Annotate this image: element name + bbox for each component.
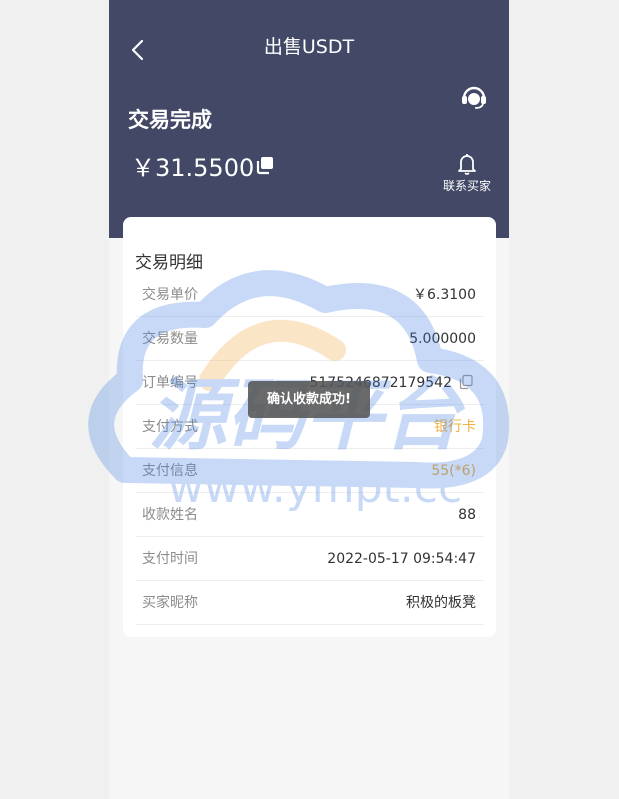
toast-message: 确认收款成功! (248, 381, 370, 418)
detail-row-payee-name: 收款姓名 88 (136, 493, 484, 537)
detail-value: 积极的板凳 (406, 595, 476, 611)
detail-label: 交易单价 (142, 287, 198, 303)
details-title: 交易明细 (135, 253, 203, 273)
detail-value: ￥6.3100 (413, 287, 476, 303)
copy-icon[interactable] (255, 155, 275, 175)
order-header: 出售USDT 交易完成 ￥31.5500 联系买家 (109, 0, 509, 238)
order-status: 交易完成 (128, 108, 212, 132)
contact-buyer-button[interactable]: 联系买家 (437, 152, 497, 194)
customer-service-icon[interactable] (460, 82, 488, 110)
detail-label: 支付信息 (142, 463, 198, 479)
copy-icon[interactable] (458, 374, 474, 390)
detail-label: 支付方式 (142, 419, 198, 435)
order-amount: ￥31.5500 (131, 154, 255, 182)
detail-value: 5.000000 (409, 331, 476, 347)
page-title: 出售USDT (263, 36, 355, 58)
detail-label: 收款姓名 (142, 507, 198, 523)
detail-row-buyer-nickname: 买家昵称 积极的板凳 (136, 581, 484, 625)
detail-row-payment-info: 支付信息 55(*6) (136, 449, 484, 493)
detail-value: 88 (458, 507, 476, 523)
detail-label: 支付时间 (142, 551, 198, 567)
detail-label: 交易数量 (142, 331, 198, 347)
detail-value: 2022-05-17 09:54:47 (327, 551, 476, 567)
bell-icon (458, 154, 476, 175)
detail-value: 银行卡 (434, 419, 476, 435)
transaction-details-card: 交易明细 交易单价 ￥6.3100 交易数量 5.000000 订单编号 517… (123, 217, 496, 637)
detail-row-quantity: 交易数量 5.000000 (136, 317, 484, 361)
detail-label: 订单编号 (142, 375, 198, 391)
detail-value[interactable]: 55(*6) (431, 462, 476, 480)
detail-label: 买家昵称 (142, 595, 198, 611)
detail-row-unit-price: 交易单价 ￥6.3100 (136, 273, 484, 317)
detail-row-payment-time: 支付时间 2022-05-17 09:54:47 (136, 537, 484, 581)
contact-buyer-label: 联系买家 (442, 179, 491, 193)
details-list: 交易单价 ￥6.3100 交易数量 5.000000 订单编号 51752468… (136, 273, 484, 625)
